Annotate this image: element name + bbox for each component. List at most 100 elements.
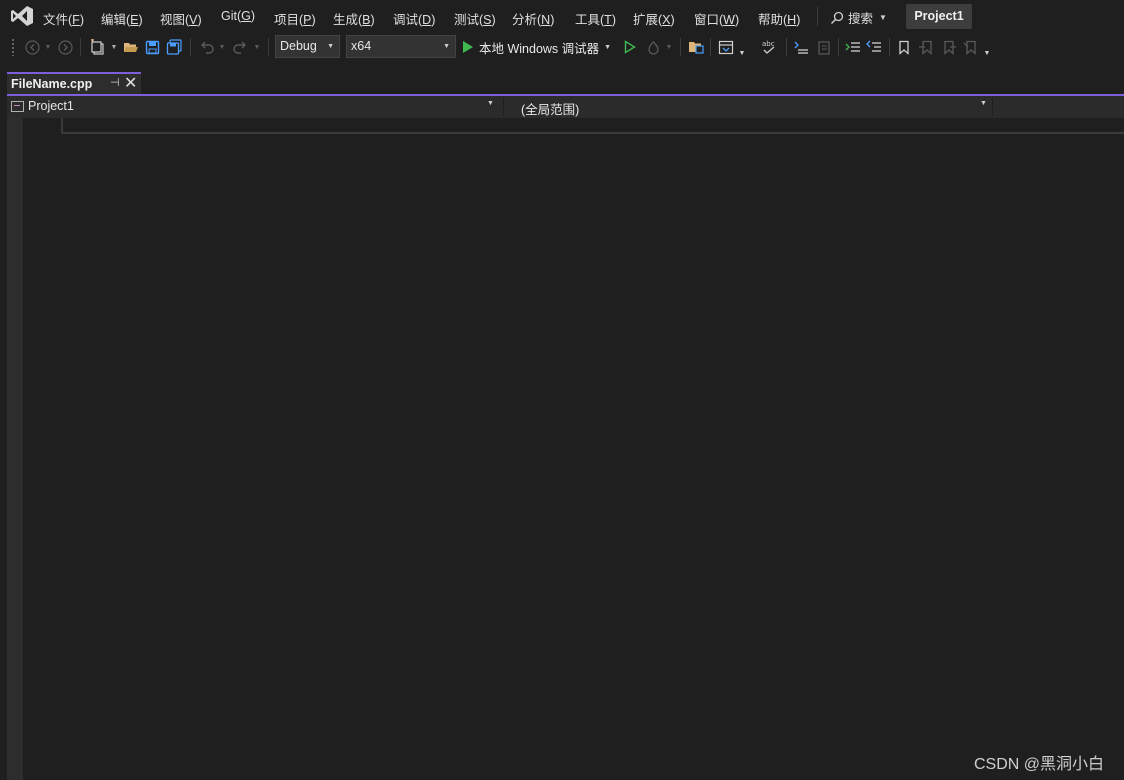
document-tab-well: FileName.cpp ⊣ ✕ xyxy=(0,61,1124,95)
member-dropdown[interactable] xyxy=(993,96,1124,118)
outdent-icon xyxy=(866,40,881,52)
new-item-dropdown[interactable]: ▼ xyxy=(109,36,119,58)
menu-debug[interactable]: 调试(D) xyxy=(393,9,435,28)
menu-bar: 文件(F) 编辑(E) 视图(V) Git(G) 项目(P) 生成(B) 调试(… xyxy=(0,0,1124,33)
tab-filename-cpp[interactable]: FileName.cpp ⊣ ✕ xyxy=(7,72,141,95)
toolbar-separator xyxy=(268,38,269,56)
start-without-debugging-button[interactable] xyxy=(621,36,639,58)
menu-analyze[interactable]: 分析(N) xyxy=(512,9,554,28)
search-button[interactable]: 搜索 ▼ xyxy=(830,8,887,27)
menu-view[interactable]: 视图(V) xyxy=(160,9,202,28)
new-project-icon xyxy=(91,39,104,55)
window-layout-icon xyxy=(718,40,734,54)
chevron-down-icon: ▼ xyxy=(443,43,450,50)
search-label: 搜索 xyxy=(848,12,874,26)
chevron-down-icon: ▼ xyxy=(604,43,612,51)
navigate-forward-button[interactable] xyxy=(56,36,74,58)
run-target-label: 本地 Windows 调试器 xyxy=(479,41,600,56)
chevron-down-icon: ▼ xyxy=(983,49,991,57)
configuration-value: Debug xyxy=(280,39,317,53)
comment-lines-icon xyxy=(794,41,808,54)
menu-git[interactable]: Git(G) xyxy=(221,9,255,23)
spell-check-button[interactable]: abc xyxy=(759,36,779,58)
play-outline-icon xyxy=(624,40,636,54)
undo-dropdown[interactable]: ▼ xyxy=(217,36,227,58)
chevron-down-icon: ▼ xyxy=(487,100,494,107)
menu-file[interactable]: 文件(F) xyxy=(43,9,84,28)
hot-reload-dropdown[interactable]: ▼ xyxy=(664,36,674,58)
toolbar-separator xyxy=(838,38,839,56)
chevron-down-icon: ▼ xyxy=(327,43,334,50)
visual-studio-logo-icon xyxy=(11,6,33,26)
hot-reload-icon xyxy=(647,40,659,55)
spell-check-icon: abc xyxy=(762,40,775,54)
redo-button[interactable] xyxy=(231,36,249,58)
indent-icon xyxy=(845,41,860,52)
chevron-down-icon: ▼ xyxy=(110,43,118,51)
layout-button[interactable] xyxy=(716,36,736,58)
menu-extensions[interactable]: 扩展(X) xyxy=(633,9,675,28)
search-icon xyxy=(830,11,844,24)
toolbar-separator xyxy=(80,38,81,56)
menu-edit[interactable]: 编辑(E) xyxy=(101,9,143,28)
redo-dropdown[interactable]: ▼ xyxy=(252,36,262,58)
increase-indent-button[interactable] xyxy=(864,36,884,58)
bookmark-clear-icon xyxy=(963,40,976,55)
menu-tools[interactable]: 工具(T) xyxy=(575,9,616,28)
project-label: Project1 xyxy=(28,99,74,113)
new-item-button[interactable] xyxy=(88,36,108,58)
undo-button[interactable] xyxy=(197,36,215,58)
save-button[interactable] xyxy=(143,36,161,58)
tab-label: FileName.cpp xyxy=(11,77,93,91)
comment-selection-button[interactable] xyxy=(791,36,811,58)
navigate-back-button[interactable] xyxy=(23,36,41,58)
toolbar-separator xyxy=(786,38,787,56)
decrease-indent-button[interactable] xyxy=(843,36,863,58)
solution-name-badge[interactable]: Project1 xyxy=(906,4,972,29)
menu-separator xyxy=(817,7,818,26)
bookmark-icon xyxy=(899,40,909,55)
start-debugging-button[interactable]: 本地 Windows 调试器 ▼ xyxy=(462,37,611,57)
chevron-down-icon: ▼ xyxy=(665,43,673,51)
save-icon xyxy=(145,40,159,54)
uncomment-selection-button[interactable] xyxy=(813,36,833,58)
toolbar-grip[interactable] xyxy=(11,38,15,56)
scope-dropdown[interactable]: (全局范围) xyxy=(504,96,992,118)
menu-window[interactable]: 窗口(W) xyxy=(694,9,739,28)
save-all-icon xyxy=(166,39,182,55)
menu-help[interactable]: 帮助(H) xyxy=(758,9,800,28)
save-all-button[interactable] xyxy=(164,36,184,58)
toolbar-separator xyxy=(680,38,681,56)
chevron-down-icon: ▼ xyxy=(218,43,226,51)
menu-project[interactable]: 项目(P) xyxy=(274,9,316,28)
menu-test[interactable]: 测试(S) xyxy=(454,9,496,28)
scope-label: (全局范围) xyxy=(521,103,580,117)
current-line-highlight xyxy=(61,118,1124,134)
project-dropdown[interactable]: Project1 xyxy=(7,96,497,118)
clear-bookmarks-button[interactable] xyxy=(960,36,980,58)
browse-solution-button[interactable] xyxy=(686,36,706,58)
platform-value: x64 xyxy=(351,39,372,53)
chevron-down-icon: ▼ xyxy=(253,43,261,51)
toggle-bookmark-button[interactable] xyxy=(894,36,914,58)
menu-build[interactable]: 生成(B) xyxy=(333,9,375,28)
next-bookmark-button[interactable] xyxy=(938,36,958,58)
solution-configuration-select[interactable]: Debug ▼ xyxy=(275,35,340,58)
bookmark-next-icon xyxy=(943,40,956,55)
open-file-button[interactable] xyxy=(122,36,140,58)
close-icon[interactable]: ✕ xyxy=(124,74,137,93)
code-editor[interactable] xyxy=(7,118,1124,780)
open-folder-icon xyxy=(124,43,138,52)
chevron-down-icon: ▼ xyxy=(879,13,887,22)
play-icon xyxy=(463,41,473,53)
indicator-margin[interactable] xyxy=(7,118,23,780)
chevron-down-icon: ▼ xyxy=(738,49,746,57)
hot-reload-button[interactable] xyxy=(643,36,663,58)
back-dropdown-button[interactable]: ▼ xyxy=(43,36,53,58)
previous-bookmark-button[interactable] xyxy=(916,36,936,58)
undo-icon xyxy=(200,41,214,54)
solution-platform-select[interactable]: x64 ▼ xyxy=(346,35,456,58)
chevron-down-icon: ▼ xyxy=(44,43,52,51)
folder-window-icon xyxy=(689,42,704,54)
pin-icon[interactable]: ⊣ xyxy=(110,76,120,89)
